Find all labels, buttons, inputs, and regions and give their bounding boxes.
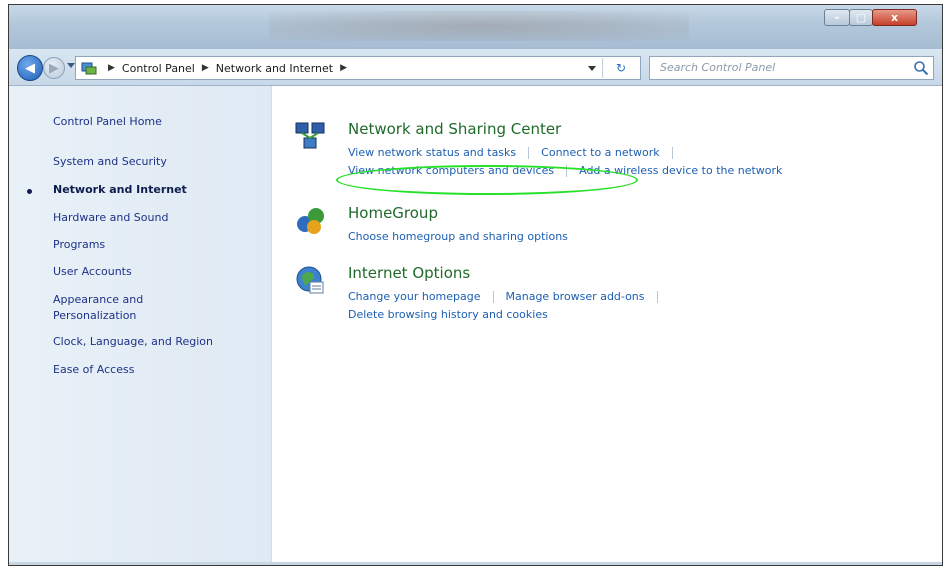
breadcrumb-network-and-internet[interactable]: Network and Internet [215,62,334,75]
delete-browsing-history-link[interactable]: Delete browsing history and cookies [348,308,548,321]
view-network-status-link[interactable]: View network status and tasks [348,146,516,159]
internet-options-icon[interactable] [294,264,326,296]
highlight-annotation [336,165,638,195]
refresh-icon: ↻ [615,61,627,75]
navigation-bar: ◀ ▶ ▶ Control Panel ▶ Network and Intern… [9,49,942,86]
search-input[interactable]: Search Control Panel [649,56,934,80]
sidebar-item-programs[interactable]: Programs [53,237,105,253]
change-homepage-link[interactable]: Change your homepage [348,290,481,303]
minimize-button[interactable]: - [824,9,850,26]
back-arrow-icon: ◀ [25,60,35,76]
sidebar-item-control-panel-home[interactable]: Control Panel Home [53,114,162,130]
sidebar-item-hardware-and-sound[interactable]: Hardware and Sound [53,210,168,226]
close-button[interactable]: x [872,9,917,26]
breadcrumb: ▶ Control Panel ▶ Network and Internet ▶ [102,57,353,79]
sidebar-item-user-accounts[interactable]: User Accounts [53,264,132,280]
window-bottom-edge [9,562,942,565]
link-separator [492,291,494,303]
network-sharing-title[interactable]: Network and Sharing Center [348,120,561,138]
control-panel-icon [81,62,97,75]
internet-options-title[interactable]: Internet Options [348,264,470,282]
main-content: Network and Sharing Center View network … [272,86,942,565]
maximize-button[interactable]: ▢ [849,9,873,26]
title-bar[interactable]: - ▢ x [9,5,942,49]
sidebar-item-ease-of-access[interactable]: Ease of Access [53,362,134,378]
maximize-icon: ▢ [855,11,867,24]
back-button[interactable]: ◀ [17,55,43,81]
breadcrumb-control-panel[interactable]: Control Panel [121,62,196,75]
forward-arrow-icon: ▶ [49,60,59,76]
close-icon: x [890,11,899,24]
network-sharing-icon[interactable] [294,120,326,152]
sidebar: Control Panel Home System and Security N… [9,86,272,565]
breadcrumb-separator-icon[interactable]: ▶ [108,63,115,73]
breadcrumb-separator-icon[interactable]: ▶ [340,63,347,73]
recent-pages-dropdown-icon[interactable] [67,63,75,68]
link-separator [656,291,658,303]
search-placeholder: Search Control Panel [660,61,776,74]
address-dropdown-icon[interactable] [588,66,596,71]
homegroup-icon[interactable] [294,204,326,236]
address-bar[interactable]: ▶ Control Panel ▶ Network and Internet ▶… [75,56,641,80]
forward-button[interactable]: ▶ [43,57,65,79]
manage-addons-link[interactable]: Manage browser add-ons [506,290,645,303]
search-icon[interactable] [913,60,929,76]
minimize-icon: - [834,11,840,24]
homegroup-options-link[interactable]: Choose homegroup and sharing options [348,230,568,243]
refresh-button[interactable]: ↻ [602,58,639,78]
homegroup-links: Choose homegroup and sharing options [348,228,568,246]
sidebar-item-network-and-internet[interactable]: Network and Internet [53,182,187,198]
homegroup-title[interactable]: HomeGroup [348,204,438,222]
link-separator [528,147,530,159]
link-separator [671,147,673,159]
breadcrumb-separator-icon[interactable]: ▶ [202,63,209,73]
connect-to-network-link[interactable]: Connect to a network [541,146,659,159]
sidebar-item-system-and-security[interactable]: System and Security [53,154,167,170]
control-panel-window: - ▢ x ◀ ▶ ▶ Control Panel ▶ Network and … [8,4,943,566]
sidebar-item-appearance-and-personalization[interactable]: Appearance and Personalization [53,292,173,324]
active-bullet-icon [27,189,32,194]
sidebar-item-clock-language-region[interactable]: Clock, Language, and Region [53,334,213,350]
internet-options-links: Change your homepage Manage browser add-o… [348,288,670,324]
